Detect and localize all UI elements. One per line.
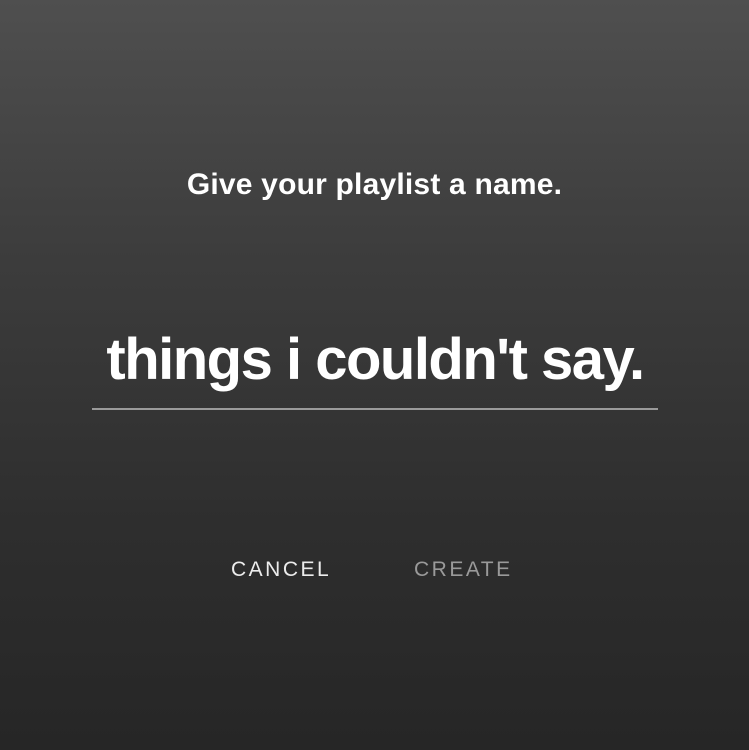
create-playlist-dialog: Give your playlist a name. CANCEL CREATE — [0, 0, 749, 750]
dialog-prompt: Give your playlist a name. — [186, 168, 563, 201]
playlist-name-input[interactable] — [92, 318, 658, 402]
create-button[interactable]: CREATE — [414, 558, 513, 582]
dialog-actions: CANCEL CREATE — [0, 558, 749, 588]
input-underline — [92, 408, 658, 410]
cancel-button[interactable]: CANCEL — [231, 558, 331, 582]
playlist-name-field — [92, 318, 658, 410]
